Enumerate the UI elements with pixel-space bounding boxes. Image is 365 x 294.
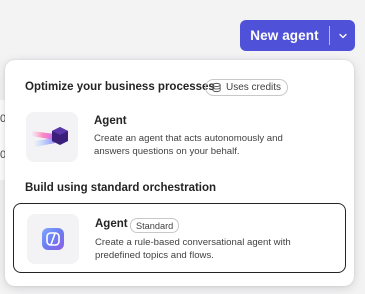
- uses-credits-badge: Uses credits: [205, 79, 289, 96]
- standard-badge: Standard: [130, 218, 180, 233]
- uses-credits-label: Uses credits: [226, 82, 282, 93]
- menu-item-standard-agent[interactable]: Agent Standard Create a rule-based conve…: [13, 203, 346, 273]
- menu-item-autonomous-agent[interactable]: Agent Create an agent that acts autonomo…: [15, 105, 345, 167]
- new-agent-split-button: New agent: [240, 20, 355, 51]
- new-agent-button[interactable]: New agent: [240, 20, 329, 51]
- autonomous-agent-icon: [26, 112, 78, 162]
- autonomous-agent-title: Agent: [94, 115, 127, 127]
- autonomous-agent-description: Create an agent that acts autonomously a…: [94, 133, 283, 157]
- new-agent-dropdown-toggle[interactable]: [330, 20, 355, 51]
- section-title-standard: Build using standard orchestration: [25, 182, 217, 194]
- section-title-business: Optimize your business processes: [25, 81, 215, 93]
- standard-agent-icon: [27, 214, 79, 264]
- standard-agent-title: Agent: [95, 218, 128, 230]
- new-agent-menu: Optimize your business processes Uses cr…: [5, 60, 354, 286]
- new-agent-label: New agent: [250, 28, 319, 43]
- coins-icon: [212, 82, 221, 93]
- standard-agent-description: Create a rule-based conversational agent…: [95, 237, 291, 261]
- chevron-down-icon: [338, 33, 347, 38]
